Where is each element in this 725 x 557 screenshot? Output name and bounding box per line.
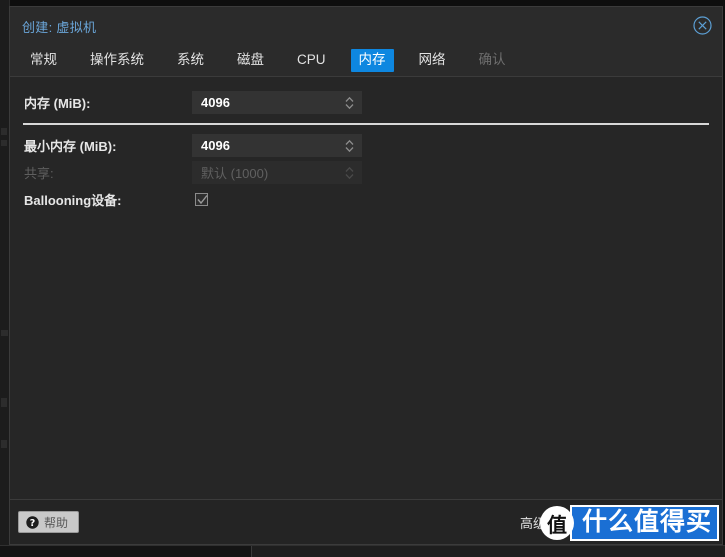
dialog-header: 创建: 虚拟机 — [10, 7, 722, 45]
advanced-toggle-label[interactable]: 高级 — [520, 513, 546, 532]
min-memory-label: 最小内存 (MiB): — [24, 139, 117, 154]
shares-row: 共享: 默认 (1000) — [10, 159, 722, 186]
shares-input: 默认 (1000) — [192, 161, 362, 184]
form-divider-wrap — [10, 116, 722, 132]
spinner-updown-icon — [344, 165, 355, 181]
min-memory-value: 4096 — [201, 138, 230, 153]
create-vm-dialog: 创建: 虚拟机 常规 操作系统 系统 磁盘 CPU 内存 网络 确认 内存 (M… — [9, 6, 723, 545]
checkmark-icon — [197, 194, 208, 204]
spinner-updown-icon[interactable] — [344, 138, 355, 154]
tab-memory[interactable]: 内存 — [350, 49, 394, 72]
ballooning-checkbox[interactable] — [195, 192, 208, 206]
close-icon[interactable] — [693, 16, 712, 35]
shares-value: 默认 (1000) — [201, 166, 269, 181]
memory-form: 内存 (MiB): 4096 最小内存 (MiB): 4096 共享: 默认 (… — [10, 77, 722, 212]
form-divider — [23, 123, 709, 125]
spinner-updown-icon[interactable] — [344, 95, 355, 111]
dialog-content: 内存 (MiB): 4096 最小内存 (MiB): 4096 共享: 默认 (… — [10, 76, 722, 500]
shares-label: 共享: — [24, 166, 54, 181]
background-fleck — [1, 398, 7, 407]
tab-general[interactable]: 常规 — [22, 49, 65, 72]
memory-row: 内存 (MiB): 4096 — [10, 89, 722, 116]
question-circle-icon: ? — [26, 515, 39, 529]
dialog-title: 创建: 虚拟机 — [22, 19, 97, 35]
svg-text:?: ? — [30, 518, 36, 529]
help-button-label: 帮助 — [44, 515, 69, 530]
tab-system[interactable]: 系统 — [169, 49, 212, 72]
watermark-text: 什么值得买 — [569, 505, 719, 541]
background-bottom-panel — [251, 546, 725, 557]
tab-os[interactable]: 操作系统 — [82, 49, 152, 72]
min-memory-input[interactable]: 4096 — [192, 134, 362, 157]
watermark: 值 什么值得买 — [539, 505, 719, 541]
page-root: 创建: 虚拟机 常规 操作系统 系统 磁盘 CPU 内存 网络 确认 内存 (M… — [0, 0, 725, 557]
ballooning-row: Ballooning设备: — [10, 186, 722, 212]
tab-network[interactable]: 网络 — [411, 49, 454, 72]
memory-input[interactable]: 4096 — [192, 91, 362, 114]
ballooning-label: Ballooning设备: — [24, 192, 122, 208]
background-fleck — [1, 128, 7, 135]
tab-cpu[interactable]: CPU — [289, 49, 334, 72]
background-fleck — [1, 440, 7, 448]
tab-bar: 常规 操作系统 系统 磁盘 CPU 内存 网络 确认 — [10, 45, 722, 76]
tab-disk[interactable]: 磁盘 — [229, 49, 272, 72]
background-fleck — [1, 330, 8, 336]
help-button[interactable]: ? 帮助 — [18, 511, 80, 533]
dialog-footer: ? 帮助 高级 值 什么值得买 — [10, 500, 722, 544]
tab-confirm: 确认 — [478, 52, 506, 67]
memory-value: 4096 — [201, 95, 230, 110]
min-memory-row: 最小内存 (MiB): 4096 — [10, 132, 722, 159]
background-fleck — [1, 140, 7, 146]
memory-label: 内存 (MiB): — [24, 96, 91, 111]
